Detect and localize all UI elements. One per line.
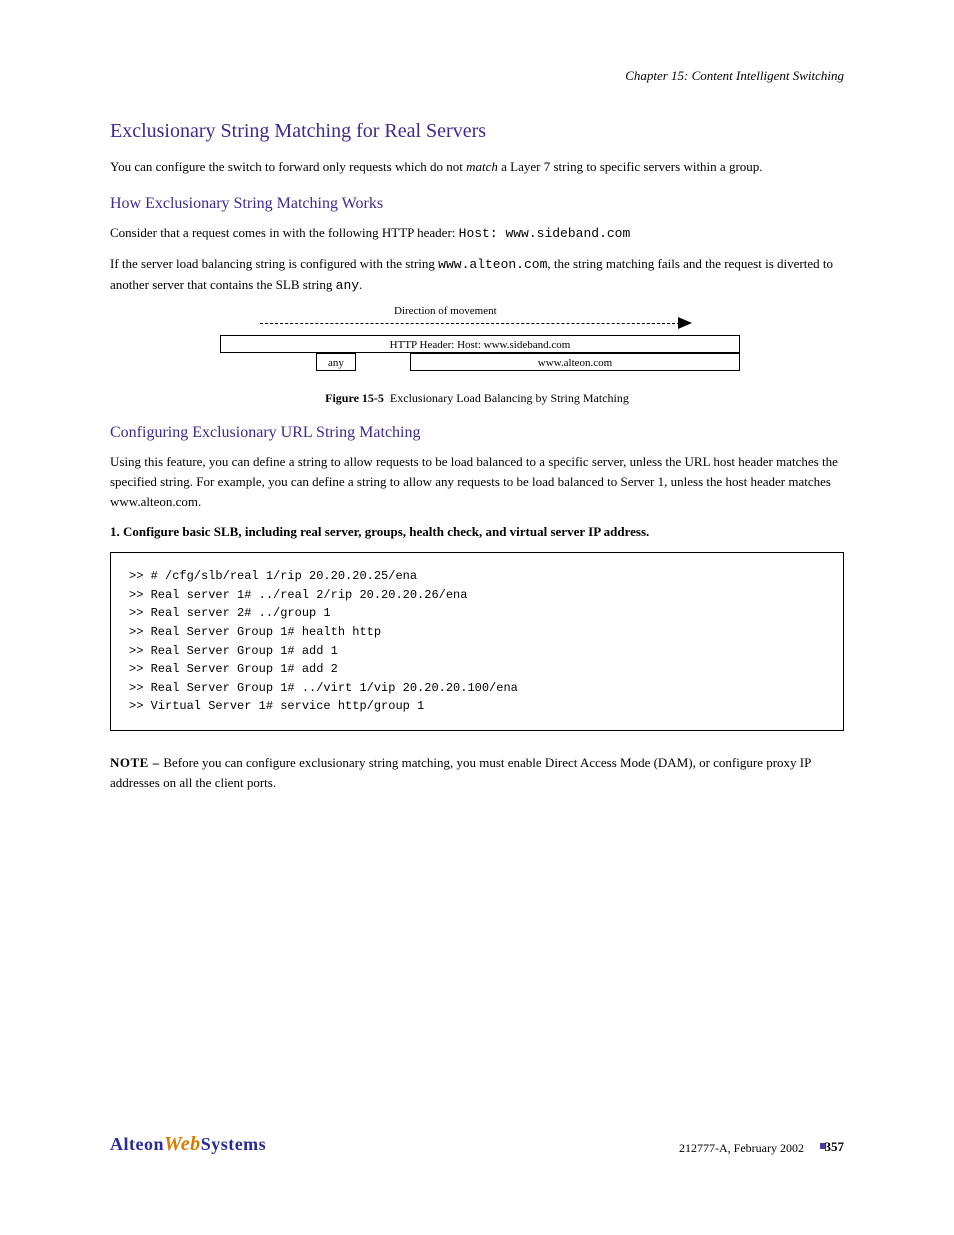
heading-configuring: Configuring Exclusionary URL String Matc…: [110, 424, 844, 442]
logo-systems: Systems: [201, 1134, 267, 1154]
figure-15-5-diagram: Direction of movement HTTP Header: Host:…: [220, 307, 770, 387]
note-label: NOTE –: [110, 755, 163, 770]
step-1-text: 1. Configure basic SLB, including real s…: [110, 524, 649, 539]
paragraph-example-result: If the server load balancing string is c…: [110, 254, 844, 296]
page-footer: AlteonWebSystems 212777-A, February 2002…: [110, 1133, 844, 1173]
diagram-alteon-box: www.alteon.com: [410, 353, 740, 371]
heading-exclusionary-string-matching: Exclusionary String Matching for Real Se…: [110, 120, 844, 143]
step-1: 1. Configure basic SLB, including real s…: [110, 522, 844, 542]
page-number: 357: [825, 1139, 845, 1155]
figure-title: Exclusionary Load Balancing by String Ma…: [390, 391, 629, 405]
text: Consider that a request comes in with th…: [110, 225, 459, 240]
arrow-label: Direction of movement: [390, 305, 501, 317]
figure-number: Figure 15-5: [325, 391, 384, 405]
chapter-header: Chapter 15: Content Intelligent Switchin…: [625, 68, 844, 84]
footer-doc-id: 212777-A, February 2002: [679, 1141, 804, 1156]
arrow-head-icon: [678, 317, 692, 329]
arrow-line: [260, 323, 680, 324]
note-dam: NOTE – Before you can configure exclusio…: [110, 753, 844, 793]
code-host-header: Host: www.sideband.com: [459, 226, 631, 241]
text: You can configure the switch to forward …: [110, 159, 466, 174]
diagram-any-box: any: [316, 353, 356, 371]
alteon-websystems-logo: AlteonWebSystems: [110, 1133, 266, 1156]
text: .: [359, 277, 362, 292]
heading-how-it-works: How Exclusionary String Matching Works: [110, 195, 844, 213]
code-slb-string: www.alteon.com: [438, 257, 547, 272]
figure-caption: Figure 15-5 Exclusionary Load Balancing …: [110, 391, 844, 406]
emphasis-match: match: [466, 159, 498, 174]
paragraph-config-intro: Using this feature, you can define a str…: [110, 452, 844, 512]
code-block-config: >> # /cfg/slb/real 1/rip 20.20.20.25/ena…: [110, 552, 844, 731]
body-column: Exclusionary String Matching for Real Se…: [110, 120, 844, 803]
paragraph-intro: You can configure the switch to forward …: [110, 157, 844, 177]
paragraph-example-intro: Consider that a request comes in with th…: [110, 223, 844, 244]
text: If the server load balancing string is c…: [110, 256, 438, 271]
logo-alteon: Alteon: [110, 1134, 164, 1154]
diagram-main-box: HTTP Header: Host: www.sideband.com: [220, 335, 740, 353]
logo-web: Web: [164, 1133, 201, 1155]
note-text: Before you can configure exclusionary st…: [110, 755, 811, 790]
text: a Layer 7 string to specific servers wit…: [498, 159, 763, 174]
code-any: any: [336, 278, 359, 293]
